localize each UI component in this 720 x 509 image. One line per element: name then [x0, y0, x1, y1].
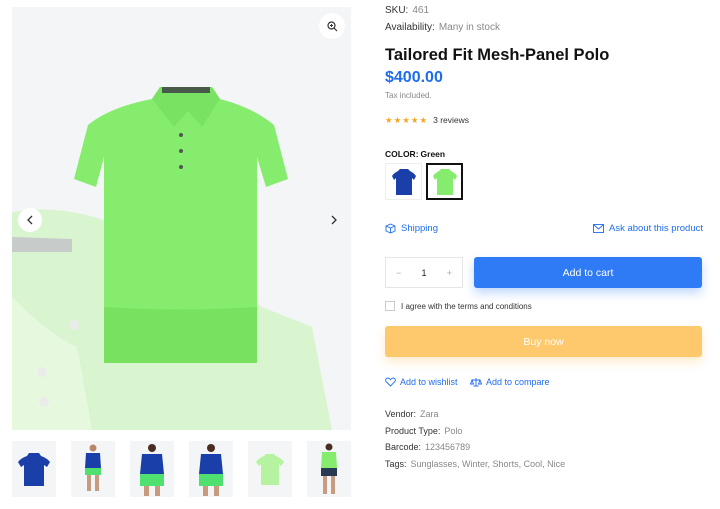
color-selected: Green — [420, 149, 446, 159]
model-thumb — [199, 444, 223, 496]
quantity-stepper: − 1 + — [385, 257, 463, 288]
product-title: Tailored Fit Mesh-Panel Polo — [385, 46, 610, 64]
zoom-button[interactable] — [319, 13, 345, 39]
barcode-label: Barcode: — [385, 442, 422, 452]
thumbnail-strip — [12, 441, 351, 499]
previous-image-button[interactable] — [18, 208, 42, 232]
product-type-label: Product Type: — [385, 426, 441, 436]
thumbnail-model-3[interactable] — [189, 441, 233, 497]
star-icon: ★ — [385, 114, 393, 125]
add-to-wishlist-link[interactable]: Add to wishlist — [385, 377, 458, 387]
model-thumb — [321, 443, 337, 494]
thumbnail-blue-polo[interactable] — [12, 441, 56, 497]
product-price: $400.00 — [385, 69, 443, 86]
decrease-quantity-button[interactable]: − — [396, 268, 401, 278]
model-thumb — [85, 444, 101, 491]
tax-note: Tax included. — [385, 91, 432, 100]
tags-row: Tags: Sunglasses, Winter, Shorts, Cool, N… — [385, 459, 565, 469]
chevron-right-icon — [331, 215, 337, 225]
thumbnail-model-2[interactable] — [130, 441, 174, 497]
product-type-value[interactable]: Polo — [444, 426, 462, 436]
zoom-in-icon — [326, 20, 337, 31]
availability-value: Many in stock — [438, 22, 500, 33]
star-icon: ★ — [402, 114, 410, 125]
compare-scale-icon — [470, 378, 482, 387]
sku-row: SKU: 461 — [385, 5, 429, 16]
compare-label: Add to compare — [486, 377, 550, 387]
thumbnail-model-1[interactable] — [71, 441, 115, 497]
tags-value[interactable]: Sunglasses, Winter, Shorts, Cool, Nice — [411, 459, 566, 469]
blue-polo-swatch-image — [391, 168, 416, 195]
product-rating[interactable]: ★ ★ ★ ★ ★ 3 reviews — [385, 115, 469, 125]
quantity-value[interactable]: 1 — [421, 268, 426, 278]
thumbnail-model-4[interactable] — [307, 441, 351, 497]
blue-polo-thumb — [18, 453, 50, 486]
star-icon: ★ — [419, 114, 428, 125]
barcode-value: 123456789 — [425, 442, 471, 452]
color-option-label: COLOR: Green — [385, 149, 445, 159]
heart-icon — [385, 377, 396, 387]
product-info: SKU: 461 Availability: Many in stock Tailo… — [385, 0, 705, 509]
color-label: COLOR: — [385, 149, 419, 159]
product-gallery — [12, 0, 351, 509]
terms-label: I agree with the terms and conditions — [401, 301, 532, 311]
barcode-row: Barcode: 123456789 — [385, 442, 470, 452]
thumbnail-green-polo[interactable] — [248, 441, 292, 497]
box-icon — [385, 223, 396, 234]
product-type-row: Product Type: Polo — [385, 426, 462, 436]
color-swatch-green[interactable] — [426, 163, 463, 200]
sku-value: 461 — [412, 5, 430, 16]
ask-label: Ask about this product — [609, 223, 703, 234]
shipping-label: Shipping — [401, 223, 438, 234]
vendor-row: Vendor: Zara — [385, 409, 439, 419]
star-rating: ★ ★ ★ ★ ★ — [385, 116, 427, 125]
chevron-left-icon — [27, 215, 33, 225]
availability-row: Availability: Many in stock — [385, 22, 500, 33]
add-to-compare-link[interactable]: Add to compare — [470, 377, 550, 387]
green-polo-image — [12, 87, 332, 430]
sku-label: SKU: — [385, 5, 409, 16]
wishlist-label: Add to wishlist — [400, 377, 458, 387]
buy-now-button[interactable]: Buy now — [385, 326, 702, 357]
ask-about-product-link[interactable]: Ask about this product — [593, 223, 703, 234]
star-icon: ★ — [393, 114, 402, 125]
terms-checkbox[interactable] — [385, 301, 395, 311]
envelope-icon — [593, 224, 604, 233]
color-swatch-blue[interactable] — [385, 163, 422, 200]
vendor-value[interactable]: Zara — [420, 409, 439, 419]
green-polo-thumb — [256, 454, 284, 485]
green-polo-swatch-image — [432, 168, 457, 195]
terms-agreement: I agree with the terms and conditions — [385, 301, 532, 311]
next-image-button[interactable] — [322, 208, 346, 232]
star-icon: ★ — [410, 114, 419, 125]
availability-label: Availability: — [385, 22, 435, 33]
add-to-cart-button[interactable]: Add to cart — [474, 257, 702, 288]
shipping-link[interactable]: Shipping — [385, 223, 438, 234]
reviews-count[interactable]: 3 reviews — [433, 115, 469, 125]
increase-quantity-button[interactable]: + — [447, 268, 452, 278]
tags-label: Tags: — [385, 459, 407, 469]
main-product-image[interactable] — [12, 7, 351, 430]
model-thumb — [140, 444, 164, 496]
vendor-label: Vendor: — [385, 409, 417, 419]
